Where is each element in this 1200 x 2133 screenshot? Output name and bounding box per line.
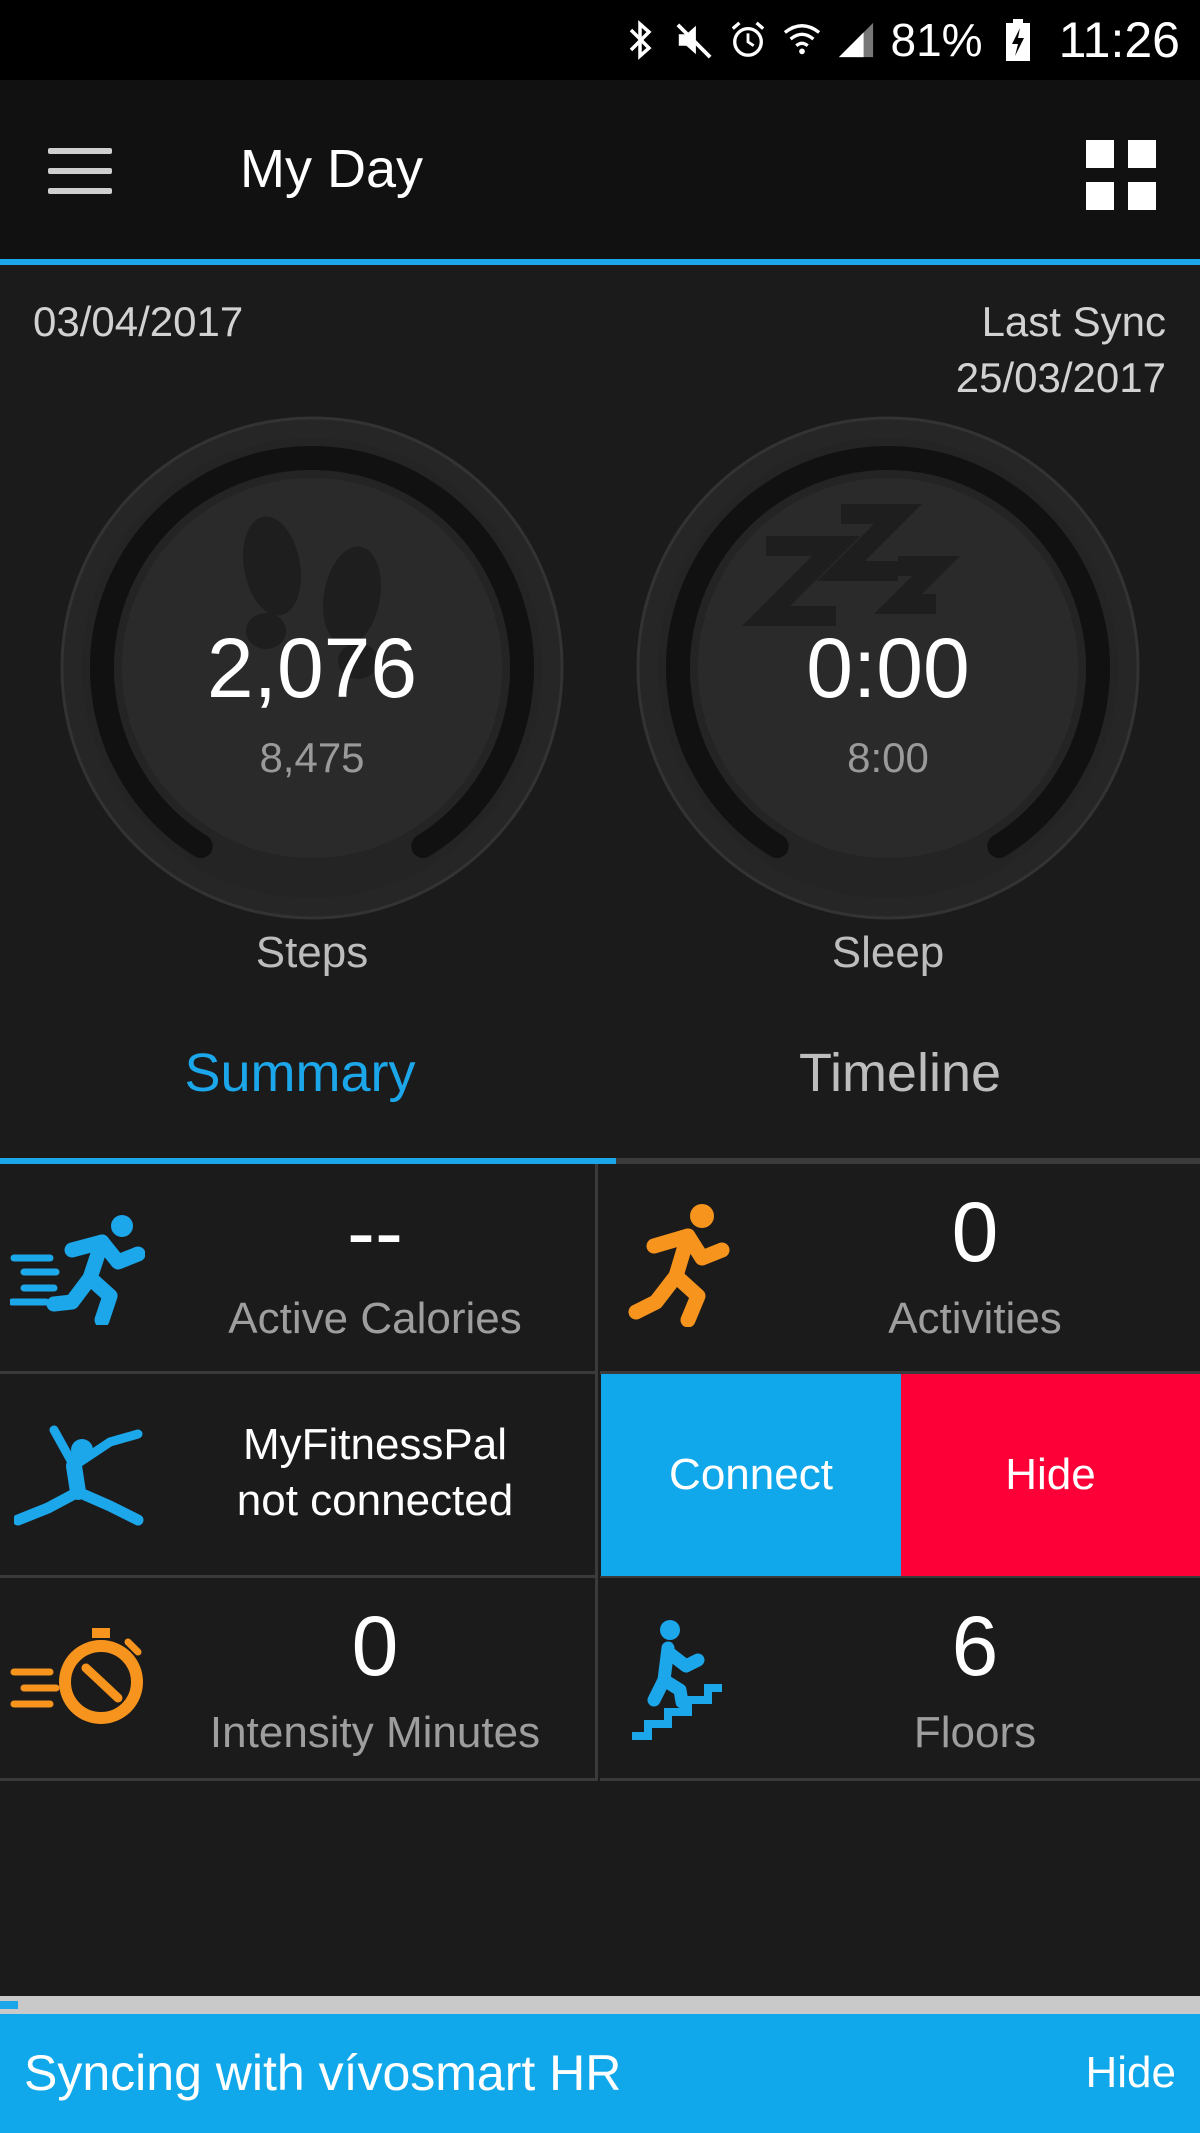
wifi-icon [783, 18, 821, 62]
floors-label: Floors [913, 1708, 1037, 1757]
status-bar: 81% 11:26 [0, 0, 1200, 80]
page-title: My Day [240, 139, 424, 199]
tab-timeline[interactable]: Timeline [600, 1030, 1200, 1150]
steps-gauge[interactable]: 2,076 8,475 [60, 416, 564, 920]
sleep-gauge[interactable]: 0:00 8:00 [636, 416, 1140, 920]
app-bar: My Day [0, 80, 1200, 265]
sync-status-text: Syncing with vívosmart HR [24, 2045, 622, 2101]
signal-icon [837, 18, 875, 62]
sleep-value: 0:00 [806, 621, 970, 715]
clock-time: 11:26 [1058, 12, 1180, 68]
stopwatch-icon [10, 1626, 145, 1731]
battery-charging-icon [999, 18, 1037, 62]
battery-percent: 81% [890, 14, 983, 66]
connect-button[interactable]: Connect [601, 1374, 901, 1576]
intensity-minutes-tile[interactable]: 0 Intensity Minutes [0, 1578, 598, 1781]
running-fast-icon [8, 1210, 146, 1330]
sync-hide-button[interactable]: Hide [1086, 2048, 1177, 2098]
floors-value: 6 [951, 1599, 999, 1693]
alarm-icon [729, 18, 767, 62]
running-person-icon [626, 1202, 731, 1332]
myfitnesspal-tile[interactable]: MyFitnessPal not connected [0, 1374, 598, 1578]
floors-tile[interactable]: 6 Floors [600, 1578, 1200, 1781]
active-calories-label: Active Calories [228, 1294, 522, 1343]
intensity-minutes-value: 0 [351, 1599, 399, 1693]
hamburger-menu-icon[interactable] [48, 148, 112, 194]
activities-tile[interactable]: 0 Activities [600, 1164, 1200, 1374]
current-date: 03/04/2017 [33, 298, 244, 345]
sleep-label: Sleep [831, 928, 945, 977]
active-calories-value: -- [347, 1185, 403, 1279]
sync-progress-track [0, 1996, 1200, 2014]
steps-label: Steps [255, 928, 369, 977]
last-sync-label: Last Sync [981, 298, 1166, 345]
myfitnesspal-title: MyFitnessPal [242, 1420, 508, 1469]
steps-value: 2,076 [206, 621, 418, 715]
view-tabs: Summary Timeline [0, 1030, 1200, 1164]
active-calories-tile[interactable]: -- Active Calories [0, 1164, 598, 1374]
sleep-goal: 8:00 [847, 734, 929, 781]
bluetooth-icon [621, 18, 659, 62]
tab-summary[interactable]: Summary [0, 1030, 600, 1150]
activities-value: 0 [951, 1185, 999, 1279]
sync-banner: Syncing with vívosmart HR Hide [0, 2014, 1200, 2133]
intensity-minutes-label: Intensity Minutes [209, 1708, 541, 1757]
jumping-person-icon [12, 1422, 144, 1532]
steps-goal: 8,475 [259, 734, 365, 781]
hide-tile-button[interactable]: Hide [901, 1374, 1200, 1576]
last-sync-date: 25/03/2017 [955, 354, 1166, 401]
mute-icon [675, 18, 713, 62]
myfitnesspal-status: not connected [236, 1476, 514, 1525]
activities-label: Activities [888, 1294, 1062, 1343]
grid-view-icon[interactable] [1086, 140, 1156, 210]
stairs-climbing-icon [630, 1620, 725, 1745]
sync-progress-fill [0, 2001, 18, 2009]
